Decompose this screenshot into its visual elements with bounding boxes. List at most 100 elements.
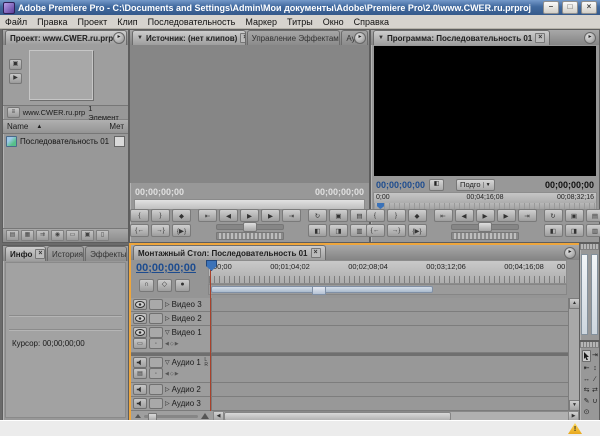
collapse-icon[interactable]: ▷: [165, 301, 170, 308]
play-in-out-button[interactable]: {▶}: [172, 224, 191, 237]
loop-button[interactable]: ↻: [308, 209, 327, 222]
toggle-track-output-icon[interactable]: [133, 313, 147, 324]
razor-tool[interactable]: ∕: [592, 374, 598, 384]
timeline-ruler[interactable]: 00;00 00;01;04;02 00;02;08;04 00;03;12;0…: [208, 260, 567, 284]
sequence-label-checkbox[interactable]: [114, 136, 125, 147]
new-bin-icon[interactable]: ▭: [66, 230, 79, 241]
show-keyframes-icon[interactable]: ◦: [149, 368, 163, 379]
goto-next-edit-button[interactable]: ⇥: [282, 209, 301, 222]
project-row-sequence[interactable]: Последовательность 01: [3, 134, 128, 149]
slide-tool[interactable]: ⇄: [592, 385, 598, 395]
timeline-timecode[interactable]: 00;00;00;00: [136, 262, 196, 274]
work-area-bar[interactable]: [211, 286, 433, 295]
fit-dropdown[interactable]: Подго ▼: [456, 178, 495, 191]
column-name[interactable]: Name: [7, 122, 28, 131]
overlay-button[interactable]: ◨: [329, 224, 348, 237]
tab-timeline[interactable]: Монтажный Стол: Последовательность 01 ×: [133, 245, 326, 260]
safe-margins-button[interactable]: ▣: [564, 209, 584, 222]
work-area-strip[interactable]: [208, 284, 567, 295]
hand-tool[interactable]: ∪: [592, 396, 598, 406]
track-audio-3[interactable]: ▷ Аудио 3: [131, 397, 579, 411]
menu-clip[interactable]: Клип: [112, 17, 142, 27]
rolling-edit-tool[interactable]: ↕: [592, 363, 598, 373]
play-in-out-button[interactable]: {▶}: [407, 224, 427, 237]
track-lane[interactable]: [212, 326, 579, 352]
menu-file[interactable]: Файл: [0, 17, 32, 27]
track-select-tool[interactable]: ⇥: [592, 350, 598, 360]
expand-icon[interactable]: ▽: [165, 329, 170, 336]
set-out-button[interactable]: }: [151, 209, 170, 222]
shuttle-slider[interactable]: [451, 222, 519, 232]
track-lane[interactable]: [212, 298, 579, 311]
source-tc-current[interactable]: 00;00;00;00: [135, 187, 184, 197]
sort-asc-icon[interactable]: ▲: [36, 124, 42, 130]
panel-menu-icon[interactable]: ▸: [584, 32, 596, 44]
goto-previous-edit-button[interactable]: ⇤: [433, 209, 453, 222]
find-icon[interactable]: ◉: [51, 230, 64, 241]
track-video-2[interactable]: ▷ Видео 2: [131, 312, 579, 326]
track-video-3[interactable]: ▷ Видео 3: [131, 298, 579, 312]
keyframe-next-icon[interactable]: ▶: [175, 371, 179, 377]
quality-icon[interactable]: ◧: [429, 178, 445, 191]
show-keyframes-icon[interactable]: ◦: [149, 338, 163, 349]
keyframe-prev-icon[interactable]: ◀: [165, 371, 169, 377]
step-back-button[interactable]: ◀: [454, 209, 474, 222]
list-view-icon[interactable]: ▤: [6, 230, 19, 241]
keyframe-prev-icon[interactable]: ◀: [165, 341, 169, 347]
set-unnumbered-marker-icon[interactable]: ●: [175, 279, 190, 292]
track-lock-icon[interactable]: [149, 299, 163, 310]
work-area-handle[interactable]: [312, 286, 326, 295]
step-forward-button[interactable]: ▶: [261, 209, 280, 222]
toggle-track-output-icon[interactable]: [133, 384, 147, 395]
pen-tool[interactable]: ✎: [582, 396, 591, 406]
new-item-icon[interactable]: ▣: [81, 230, 94, 241]
tab-close-icon[interactable]: ×: [240, 33, 245, 43]
tab-project[interactable]: Проект: www.CWER.ru.prproj: [5, 30, 127, 45]
tab-close-icon[interactable]: ×: [310, 248, 321, 258]
toggle-track-output-icon[interactable]: [133, 398, 147, 409]
tab-info[interactable]: Инфо ×: [5, 246, 46, 261]
track-lane[interactable]: [212, 397, 579, 410]
snap-icon[interactable]: ∩: [139, 279, 154, 292]
keyframe-add-icon[interactable]: ◇: [170, 371, 174, 377]
track-lock-icon[interactable]: [149, 327, 163, 338]
extract-button[interactable]: ◨: [564, 224, 584, 237]
toggle-track-output-icon[interactable]: [133, 357, 147, 368]
set-in-button[interactable]: {: [130, 209, 149, 222]
toggle-track-output-icon[interactable]: [133, 327, 147, 338]
loop-button[interactable]: ↻: [543, 209, 563, 222]
track-lane[interactable]: [212, 356, 579, 382]
goto-in-button[interactable]: {←: [365, 224, 385, 237]
poster-frame-icon[interactable]: ▣: [9, 59, 22, 70]
tab-source[interactable]: ▼ Источник: (нет клипов) ×: [132, 30, 246, 45]
safe-margins-button[interactable]: ▣: [329, 209, 348, 222]
tab-close-icon[interactable]: ×: [535, 33, 546, 43]
icon-view-icon[interactable]: ▦: [21, 230, 34, 241]
track-audio-2[interactable]: ▷ Аудио 2: [131, 383, 579, 397]
goto-next-edit-button[interactable]: ⇥: [517, 209, 537, 222]
goto-in-button[interactable]: {←: [130, 224, 149, 237]
lift-button[interactable]: ◧: [543, 224, 563, 237]
toggle-track-output-icon[interactable]: [133, 299, 147, 310]
step-back-button[interactable]: ◀: [219, 209, 238, 222]
step-forward-button[interactable]: ▶: [496, 209, 516, 222]
display-style-icon[interactable]: ▤: [133, 368, 147, 379]
zoom-in-icon[interactable]: [201, 413, 209, 419]
shuttle-slider[interactable]: [215, 222, 284, 232]
track-lane[interactable]: [212, 383, 579, 396]
panel-menu-icon[interactable]: ▸: [113, 32, 125, 44]
display-style-icon[interactable]: ▭: [133, 338, 147, 349]
play-button[interactable]: ▶: [240, 209, 259, 222]
find-box-icon[interactable]: ≡: [7, 107, 20, 118]
keyframe-add-icon[interactable]: ◇: [170, 341, 174, 347]
menu-sequence[interactable]: Последовательность: [143, 17, 241, 27]
close-button[interactable]: ×: [581, 1, 597, 14]
track-audio-1[interactable]: ▽ Аудио 1 L R ▤ ◦ ◀ ◇ ▶: [131, 356, 579, 383]
timeline-vertical-scrollbar[interactable]: ▲ ▼: [568, 298, 580, 411]
goto-out-button[interactable]: →}: [386, 224, 406, 237]
tab-program[interactable]: ▼ Программа: Последовательность 01 ×: [373, 30, 551, 45]
output-button[interactable]: ▤: [585, 209, 600, 222]
tab-effects[interactable]: Эффекты: [85, 246, 127, 261]
selection-tool[interactable]: [582, 350, 591, 362]
expand-icon[interactable]: ▽: [165, 359, 170, 366]
